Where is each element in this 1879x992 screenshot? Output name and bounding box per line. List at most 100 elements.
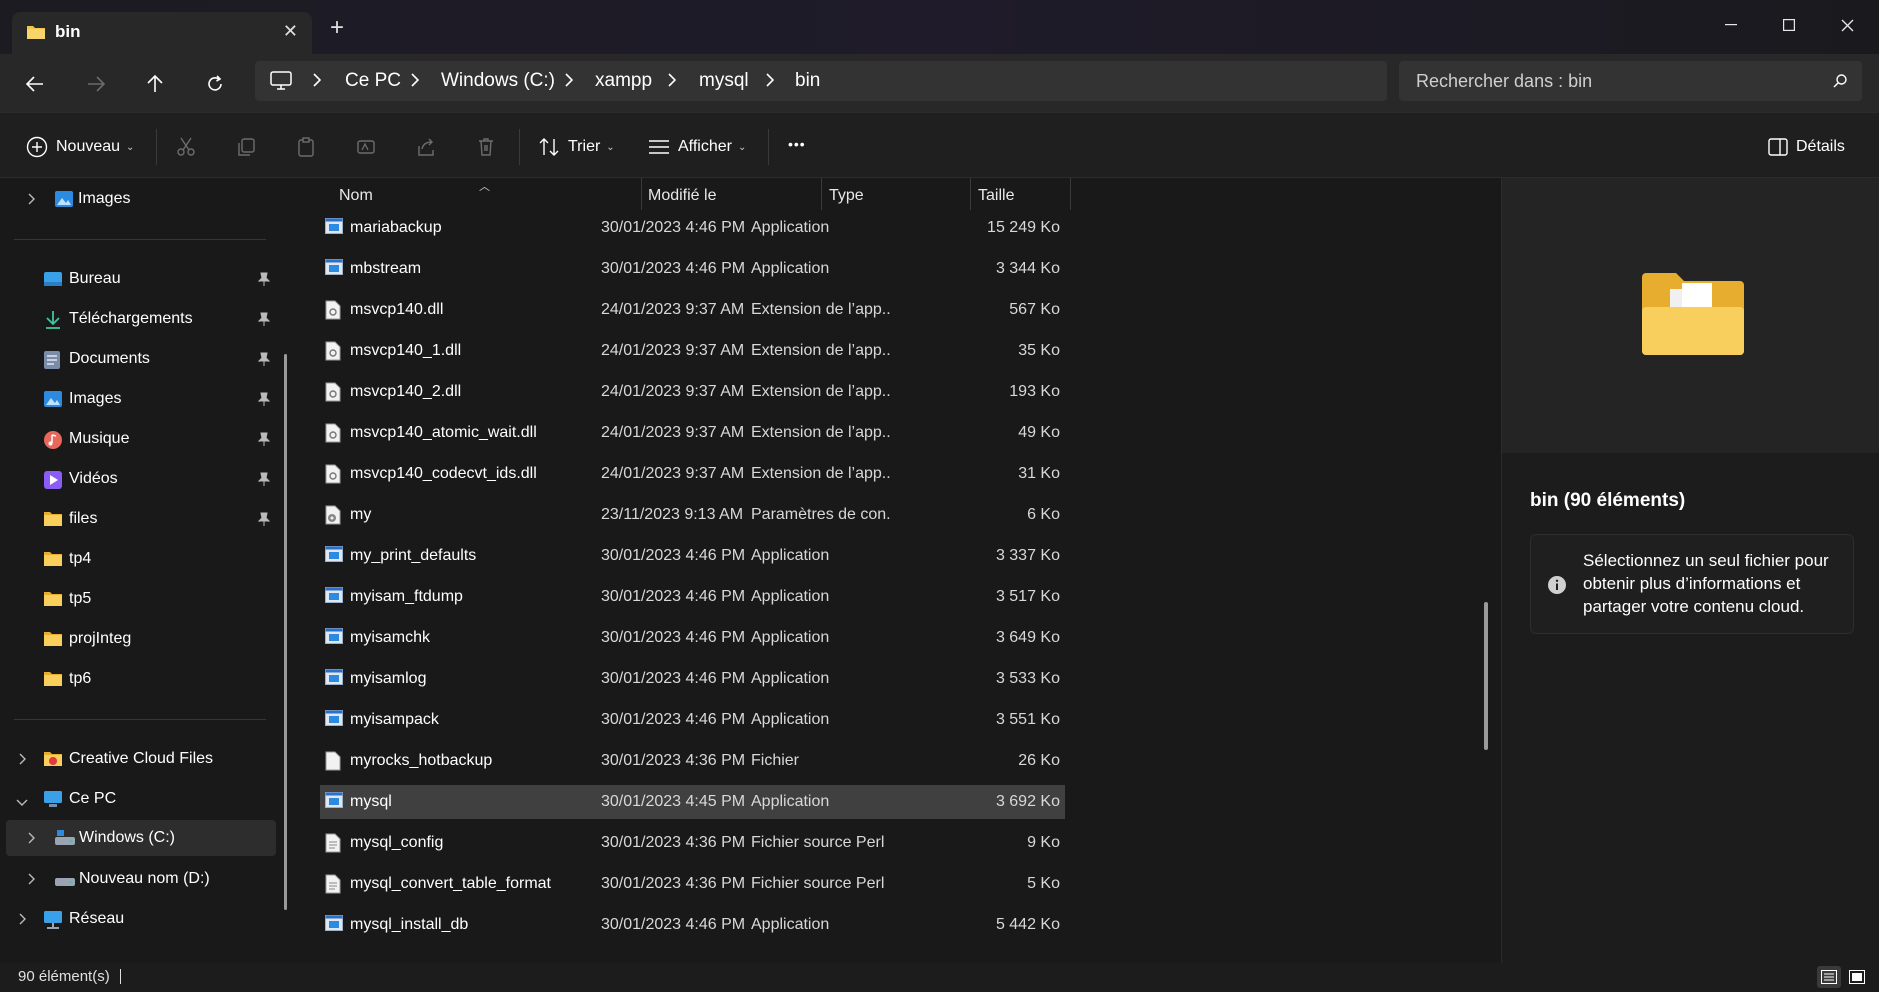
folder-preview-icon xyxy=(1640,271,1746,362)
application-icon xyxy=(325,259,343,280)
file-row[interactable]: mysql_convert_table_format 30/01/2023 4:3… xyxy=(320,867,1065,901)
forward-button[interactable] xyxy=(78,66,114,102)
column-header-modified[interactable]: Modifié le xyxy=(648,187,716,205)
refresh-button[interactable] xyxy=(197,66,233,102)
file-name: myisamlog xyxy=(350,670,427,687)
file-size: 3 692 Ko xyxy=(995,793,1060,810)
file-list-scrollbar[interactable] xyxy=(1484,602,1488,750)
music-icon xyxy=(43,430,63,455)
file-size: 3 533 Ko xyxy=(995,670,1060,687)
file-name: myisamchk xyxy=(350,629,431,646)
column-header-name[interactable]: Nom xyxy=(339,187,373,205)
pin-icon[interactable] xyxy=(257,472,271,491)
close-tab-icon[interactable]: ✕ xyxy=(283,21,298,42)
file-type: Application xyxy=(751,547,830,564)
rename-icon[interactable] xyxy=(354,135,378,159)
file-date: 30/01/2023 4:36 PM xyxy=(601,875,746,892)
info-icon xyxy=(1547,575,1567,600)
file-row[interactable]: msvcp140.dll 24/01/2023 9:37 AM Extension … xyxy=(320,293,1065,327)
file-name: my xyxy=(350,506,372,523)
sidebar-item-label: projInteg xyxy=(69,630,132,647)
new-button[interactable]: Nouveau ⌄ xyxy=(26,135,134,159)
new-tab-button[interactable]: + xyxy=(330,16,344,40)
file-row[interactable]: mariabackup 30/01/2023 4:46 PM Application… xyxy=(320,211,1065,245)
sidebar-item-nouveau-nom-d[interactable]: Nouveau nom (D:) xyxy=(0,861,280,897)
file-row[interactable]: myisamchk 30/01/2023 4:46 PM Application 3 … xyxy=(320,621,1065,655)
view-button[interactable]: Afficher ⌄ xyxy=(648,135,746,159)
sidebar-item-tp5[interactable]: tp5 xyxy=(0,581,280,617)
file-row[interactable]: my 23/11/2023 9:13 AM Paramètres de con...… xyxy=(320,498,1065,532)
paste-icon[interactable] xyxy=(294,135,318,159)
delete-icon[interactable] xyxy=(474,135,498,159)
sidebar-item-tp4[interactable]: tp4 xyxy=(0,541,280,577)
pictures-icon xyxy=(43,390,63,413)
search-input[interactable]: Rechercher dans : bin xyxy=(1399,61,1862,101)
close-window-button[interactable] xyxy=(1827,10,1867,40)
file-date: 24/01/2023 9:37 AM xyxy=(601,465,745,482)
tab-bin[interactable]: bin ✕ xyxy=(12,12,312,54)
sidebar-scrollbar[interactable] xyxy=(284,354,287,910)
up-button[interactable] xyxy=(137,66,173,102)
file-row[interactable]: myisamlog 30/01/2023 4:46 PM Application 3 … xyxy=(320,662,1065,696)
file-row[interactable]: myisam_ftdump 30/01/2023 4:46 PM Applicati… xyxy=(320,580,1065,614)
sidebar-item-label: Vidéos xyxy=(69,470,118,487)
file-name: mysql xyxy=(350,793,392,810)
file-row[interactable]: my_print_defaults 30/01/2023 4:46 PM Appli… xyxy=(320,539,1065,573)
sidebar-item-bureau[interactable]: Bureau xyxy=(0,261,280,297)
pin-icon[interactable] xyxy=(257,272,271,291)
details-view-button[interactable] xyxy=(1817,966,1841,988)
sidebar-item-images-top[interactable]: Images xyxy=(0,181,280,217)
command-bar: Nouveau ⌄ Trier ⌄ Afficher ⌄ ••• Détails xyxy=(0,112,1879,178)
column-header-type[interactable]: Type xyxy=(829,187,864,205)
sidebar-item-files[interactable]: files xyxy=(0,501,280,537)
file-row[interactable]: msvcp140_2.dll 24/01/2023 9:37 AM Extensio… xyxy=(320,375,1065,409)
sidebar-item-reseau[interactable]: Réseau xyxy=(0,901,280,937)
breadcrumb-mysql[interactable]: mysql xyxy=(699,70,749,92)
tiles-view-button[interactable] xyxy=(1845,966,1869,988)
address-bar[interactable]: Ce PC Windows (C:) xampp mysql bin xyxy=(255,61,1387,101)
sidebar-item-windows-c[interactable]: Windows (C:) xyxy=(6,820,276,856)
file-row[interactable]: msvcp140_codecvt_ids.dll 24/01/2023 9:37 … xyxy=(320,457,1065,491)
pin-icon[interactable] xyxy=(257,352,271,371)
pin-icon[interactable] xyxy=(257,512,271,531)
column-header-size[interactable]: Taille xyxy=(978,187,1014,205)
breadcrumb-ce-pc[interactable]: Ce PC xyxy=(345,70,401,92)
details-button[interactable]: Détails xyxy=(1768,135,1845,159)
pin-icon[interactable] xyxy=(257,392,271,411)
videos-icon xyxy=(43,470,63,495)
cut-icon[interactable] xyxy=(174,135,198,159)
file-row[interactable]: mysql 30/01/2023 4:45 PM Application 3 692 … xyxy=(320,785,1065,819)
sidebar-item-projinteg[interactable]: projInteg xyxy=(0,621,280,657)
share-icon[interactable] xyxy=(414,135,438,159)
breadcrumb-windows-c[interactable]: Windows (C:) xyxy=(441,70,555,92)
computer-icon xyxy=(270,71,292,96)
pin-icon[interactable] xyxy=(257,312,271,331)
file-row[interactable]: myrocks_hotbackup 30/01/2023 4:36 PM Fichi… xyxy=(320,744,1065,778)
breadcrumb-bin[interactable]: bin xyxy=(795,70,820,92)
file-row[interactable]: mysql_install_db 30/01/2023 4:46 PM Applic… xyxy=(320,908,1065,942)
file-row[interactable]: myisampack 30/01/2023 4:46 PM Application 3… xyxy=(320,703,1065,737)
sidebar-item-videos[interactable]: Vidéos xyxy=(0,461,280,497)
file-row[interactable]: msvcp140_1.dll 24/01/2023 9:37 AM Extensio… xyxy=(320,334,1065,368)
file-row[interactable]: mysql_config 30/01/2023 4:36 PM Fichier so… xyxy=(320,826,1065,860)
sidebar-item-images[interactable]: Images xyxy=(0,381,280,417)
sidebar-item-creative-cloud[interactable]: Creative Cloud Files xyxy=(0,741,280,777)
minimize-button[interactable] xyxy=(1711,10,1751,40)
pin-icon[interactable] xyxy=(257,432,271,451)
breadcrumb-xampp[interactable]: xampp xyxy=(595,70,652,92)
sidebar-item-ce-pc[interactable]: Ce PC xyxy=(0,781,280,817)
file-date: 24/01/2023 9:37 AM xyxy=(601,342,745,359)
details-pane-icon xyxy=(1768,138,1788,156)
sidebar-item-telechargements[interactable]: Téléchargements xyxy=(0,301,280,337)
file-row[interactable]: mbstream 30/01/2023 4:46 PM Application 3 3… xyxy=(320,252,1065,286)
sort-button[interactable]: Trier ⌄ xyxy=(538,135,615,159)
sidebar-item-musique[interactable]: Musique xyxy=(0,421,280,457)
more-options-button[interactable]: ••• xyxy=(788,132,806,156)
maximize-button[interactable] xyxy=(1769,10,1809,40)
back-button[interactable] xyxy=(17,66,53,102)
sidebar-item-tp6[interactable]: tp6 xyxy=(0,661,280,697)
copy-icon[interactable] xyxy=(234,135,258,159)
column-header-row: ︿ Nom Modifié le Type Taille xyxy=(298,178,1501,212)
file-row[interactable]: msvcp140_atomic_wait.dll 24/01/2023 9:37 … xyxy=(320,416,1065,450)
sidebar-item-documents[interactable]: Documents xyxy=(0,341,280,377)
